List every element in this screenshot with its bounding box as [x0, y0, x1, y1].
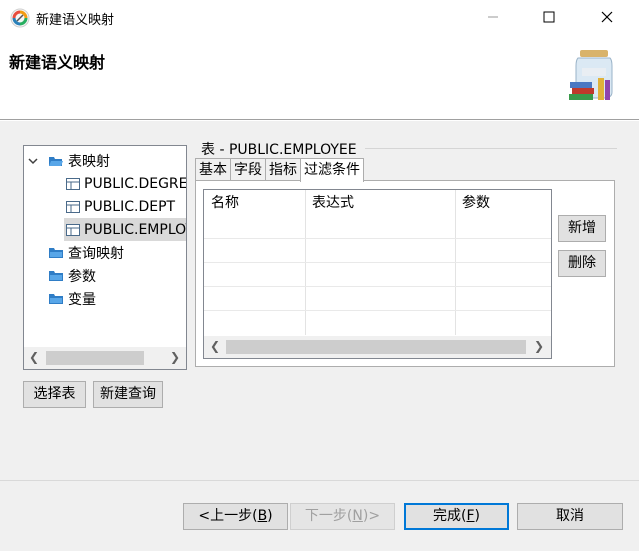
back-button-label: <上一步( [198, 508, 258, 524]
tree-item-table-mapping[interactable]: 表映射 [26, 149, 110, 172]
delete-button[interactable]: 删除 [558, 250, 606, 277]
tab-bar: 基本 字段 指标 过滤条件 [195, 158, 364, 182]
finish-button-key: F [466, 508, 475, 524]
tree-item-label: PUBLIC.DEPT [84, 198, 176, 215]
window-title: 新建语义映射 [36, 13, 115, 28]
table-icon [66, 177, 80, 190]
tree-horizontal-scrollbar[interactable]: ❮ ❯ [24, 347, 186, 369]
filter-table[interactable]: 名称 表达式 参数 ❮ ❯ [203, 189, 552, 359]
scroll-right-icon[interactable]: ❯ [170, 350, 180, 364]
wizard-header: 新建语义映射 [0, 36, 639, 120]
back-button-label-end: ) [267, 508, 273, 524]
new-query-button[interactable]: 新建查询 [93, 381, 163, 408]
scroll-right-icon[interactable]: ❯ [534, 339, 544, 353]
page-title: 新建语义映射 [9, 53, 106, 72]
tab-basic[interactable]: 基本 [195, 158, 231, 181]
tab-filter-conditions[interactable]: 过滤条件 [300, 158, 364, 182]
finish-button[interactable]: 完成(F) [404, 503, 509, 530]
jar-with-books-icon [569, 50, 613, 100]
scroll-left-icon[interactable]: ❮ [29, 350, 39, 364]
app-logo-icon [10, 8, 30, 28]
maximize-icon [543, 11, 555, 23]
folder-icon [49, 270, 63, 281]
tree-item-label: 参数 [68, 268, 96, 285]
scrollbar-thumb[interactable] [46, 351, 144, 365]
back-button[interactable]: <上一步(B) [183, 503, 288, 530]
scroll-left-icon[interactable]: ❮ [210, 339, 220, 353]
tree-item-label: 变量 [68, 291, 96, 308]
row-divider [204, 310, 551, 311]
tree-item-degree[interactable]: PUBLIC.DEGREE [66, 172, 187, 195]
wizard-content: 表映射 PUBLIC.DEGREE PUBLIC.DEPT PUBLIC.EMP… [0, 121, 639, 480]
close-icon [601, 11, 613, 23]
tree-item-label: 查询映射 [68, 245, 124, 262]
panel-divider [365, 148, 617, 149]
wizard-footer: <上一步(B) 下一步(N)> 完成(F) 取消 [0, 480, 639, 551]
tree-item-label: 表映射 [68, 153, 110, 170]
tree-item-label: PUBLIC.DEGREE [84, 175, 187, 192]
minimize-icon [488, 16, 498, 18]
table-icon [66, 223, 80, 236]
minimize-button[interactable] [470, 0, 516, 34]
column-header-name[interactable]: 名称 [204, 190, 305, 216]
folder-icon [49, 293, 63, 304]
close-button[interactable] [584, 0, 630, 34]
column-header-parameters[interactable]: 参数 [455, 190, 551, 216]
window-titlebar: 新建语义映射 [0, 0, 639, 36]
scrollbar-thumb[interactable] [226, 340, 526, 354]
row-divider [204, 286, 551, 287]
tree-item-dept[interactable]: PUBLIC.DEPT [66, 195, 175, 218]
tab-fields[interactable]: 字段 [230, 158, 266, 181]
tree-item-employee[interactable]: PUBLIC.EMPLOYEE [64, 218, 186, 241]
finish-button-label: 完成( [433, 508, 467, 524]
select-table-button[interactable]: 选择表 [23, 381, 86, 408]
table-icon [66, 200, 80, 213]
table-horizontal-scrollbar[interactable]: ❮ ❯ [204, 336, 551, 358]
next-button[interactable]: 下一步(N)> [290, 503, 395, 530]
chevron-down-icon[interactable] [26, 154, 40, 168]
row-divider [204, 262, 551, 263]
next-button-label-end: )> [362, 508, 381, 524]
tree-item-variables[interactable]: 变量 [48, 287, 96, 310]
next-button-key: N [352, 508, 363, 524]
next-button-label: 下一步( [304, 508, 353, 524]
column-header-expression[interactable]: 表达式 [305, 190, 455, 216]
finish-button-label-end: ) [474, 508, 480, 524]
tree-item-query-mapping[interactable]: 查询映射 [48, 241, 124, 264]
panel-title: 表 - PUBLIC.EMPLOYEE [201, 142, 357, 158]
tree-item-parameters[interactable]: 参数 [48, 264, 96, 287]
maximize-button[interactable] [526, 0, 572, 34]
back-button-key: B [257, 508, 268, 524]
tree-item-label: PUBLIC.EMPLOYEE [84, 221, 186, 238]
row-divider [204, 238, 551, 239]
tab-metrics[interactable]: 指标 [265, 158, 301, 181]
cancel-button[interactable]: 取消 [517, 503, 623, 530]
folder-icon [49, 247, 63, 258]
add-button[interactable]: 新增 [558, 215, 606, 242]
mapping-tree[interactable]: 表映射 PUBLIC.DEGREE PUBLIC.DEPT PUBLIC.EMP… [23, 145, 187, 370]
folder-open-icon [49, 156, 63, 166]
